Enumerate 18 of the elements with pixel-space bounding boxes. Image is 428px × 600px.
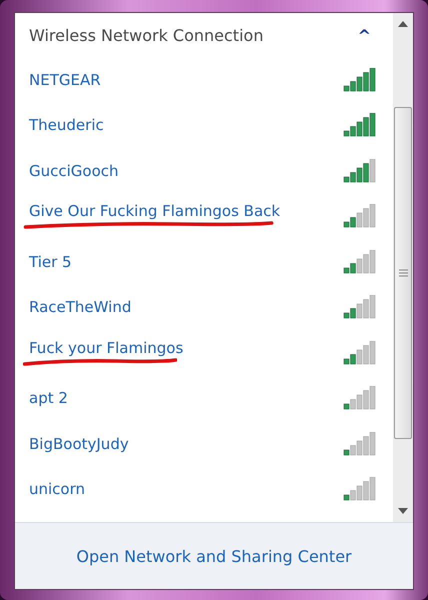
section-title: Wireless Network Connection [29,26,264,44]
network-name[interactable]: Fuck your Flamingos [29,338,184,357]
network-name[interactable]: BigBootyJudy [29,434,129,453]
network-center-link[interactable]: Open Network and Sharing Center [76,546,352,566]
network-name[interactable]: NETGEAR [29,70,101,89]
network-name[interactable]: Give Our Fucking Flamingos Back [29,202,280,220]
grip-icon [398,269,408,277]
network-name[interactable]: Theuderic [29,116,104,134]
scroll-down-icon[interactable] [398,508,408,514]
network-name[interactable]: Tier 5 [29,252,72,271]
scrollbar[interactable] [393,13,413,522]
network-name[interactable]: unicorn [29,480,86,498]
network-name[interactable]: RaceTheWind [29,298,132,316]
network-name[interactable]: apt 2 [29,389,68,408]
scroll-thumb[interactable] [394,107,412,439]
network-name[interactable]: GucciGooch [29,162,119,180]
collapse-button[interactable]: ^ [346,26,383,44]
scroll-up-icon[interactable] [398,21,408,27]
